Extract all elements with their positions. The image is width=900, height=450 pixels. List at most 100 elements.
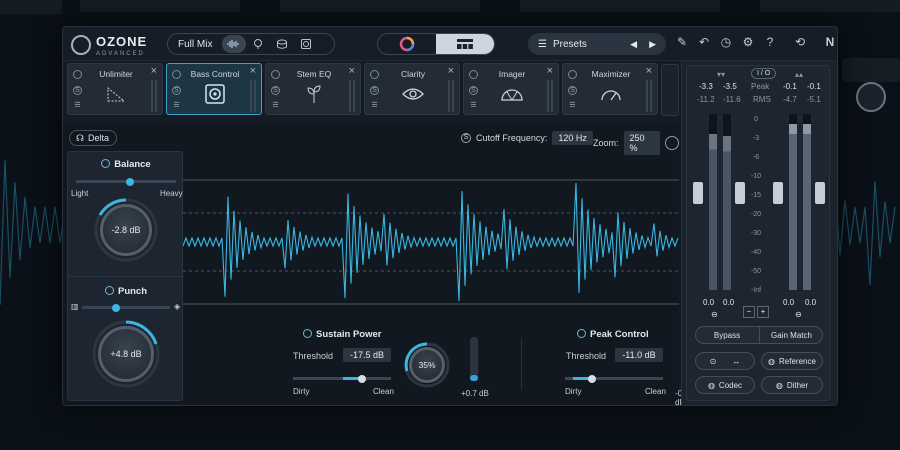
punch-slider[interactable]	[82, 306, 170, 309]
power-icon[interactable]	[577, 329, 586, 338]
close-icon[interactable]: ×	[448, 65, 454, 77]
input-link-icon[interactable]: ⊖	[711, 310, 718, 319]
sustain-slider-handle[interactable]	[358, 374, 366, 383]
power-icon[interactable]	[104, 286, 114, 295]
history-icon[interactable]: ◷	[719, 35, 733, 49]
balance-knob[interactable]: -2.8 dB	[100, 204, 152, 256]
power-icon[interactable]	[568, 70, 577, 79]
output-meter-left	[789, 114, 797, 290]
menu-icon[interactable]: ☰	[271, 102, 280, 111]
output-gain-handle-left[interactable]	[773, 182, 783, 204]
solo-icon[interactable]: S	[271, 86, 280, 95]
module-meter	[646, 80, 652, 112]
input-gain-handle-right[interactable]	[735, 182, 745, 204]
bypass-button[interactable]: Bypass	[695, 326, 759, 344]
io-link-button[interactable]: I / O	[751, 68, 777, 79]
full-mix-label[interactable]: Full Mix	[168, 39, 222, 50]
module-maximizer[interactable]: Maximizer × S ☰	[562, 63, 658, 115]
menu-icon[interactable]: ☰	[73, 102, 82, 111]
close-icon[interactable]: ×	[151, 65, 157, 77]
waveform-mode-icon[interactable]	[222, 35, 247, 53]
punch-title-text: Punch	[117, 286, 148, 297]
presets-list-icon: ☰	[538, 38, 547, 50]
solo-icon[interactable]: S	[461, 133, 471, 143]
input-gain-handle-left[interactable]	[693, 182, 703, 204]
power-icon[interactable]	[370, 70, 379, 79]
link-icon[interactable]: ⟲	[793, 35, 807, 49]
solo-icon[interactable]: S	[370, 86, 379, 95]
unlimiter-icon	[104, 82, 128, 106]
codec-label: Codec	[718, 380, 743, 390]
sustain-threshold-field[interactable]: -17.5 dB	[343, 348, 391, 362]
drums-mode-icon[interactable]	[270, 35, 294, 53]
rms-label: RMS	[753, 95, 771, 104]
plus-button[interactable]: +	[757, 306, 769, 318]
bass-mode-icon[interactable]	[294, 35, 318, 53]
power-icon[interactable]	[271, 70, 280, 79]
solo-icon[interactable]: S	[172, 86, 181, 95]
vocal-mode-icon[interactable]	[246, 35, 270, 53]
undo-icon[interactable]: ↶	[697, 35, 711, 49]
module-imager[interactable]: Imager × S ☰	[463, 63, 559, 115]
codec-button[interactable]: ◍ Codec	[695, 376, 755, 394]
menu-icon[interactable]: ☰	[568, 102, 577, 111]
peak-slider-handle[interactable]	[588, 374, 596, 383]
solo-icon[interactable]: S	[568, 86, 577, 95]
solo-icon[interactable]: S	[73, 86, 82, 95]
zoom-value-field[interactable]: 250 %	[623, 131, 661, 155]
close-icon[interactable]: ×	[646, 65, 652, 77]
reference-button[interactable]: ◍ Reference	[761, 352, 823, 370]
menu-icon[interactable]: ☰	[370, 102, 379, 111]
pencil-icon[interactable]: ✎	[675, 35, 689, 49]
input-chevron-icon[interactable]: ▾▾	[717, 70, 725, 79]
power-icon[interactable]	[101, 159, 111, 168]
dither-button[interactable]: ◍ Dither	[761, 376, 823, 394]
module-stem-eq[interactable]: Stem EQ × S ☰	[265, 63, 361, 115]
close-icon[interactable]: ×	[547, 65, 553, 77]
modules-view-button[interactable]	[436, 34, 494, 54]
output-link-icon[interactable]: ⊖	[795, 310, 802, 319]
punch-knob[interactable]: +4.8 dB	[98, 326, 154, 382]
output-gain-handle-right[interactable]	[815, 182, 825, 204]
preset-next-icon[interactable]: ▶	[649, 39, 656, 50]
zoom-knob[interactable]	[665, 136, 679, 150]
preset-prev-icon[interactable]: ◀	[630, 39, 637, 50]
gain-match-button[interactable]: Gain Match	[759, 326, 823, 344]
cutoff-value-field[interactable]: 120 Hz	[552, 131, 593, 145]
input-gain-left: 0.0	[703, 298, 715, 307]
punch-slider-handle[interactable]	[112, 303, 120, 312]
peak-threshold-field[interactable]: -11.0 dB	[615, 348, 663, 362]
help-icon[interactable]: ?	[763, 35, 777, 49]
input-meter-right	[723, 114, 731, 290]
menu-icon[interactable]: ☰	[469, 102, 478, 111]
sustain-left-label: Dirty	[293, 387, 310, 396]
sustain-gain-fader[interactable]	[470, 337, 478, 381]
power-icon[interactable]	[303, 329, 312, 338]
sustain-percent-knob[interactable]: 35%	[409, 347, 445, 383]
minus-button[interactable]: −	[743, 306, 755, 318]
power-icon[interactable]	[172, 70, 181, 79]
close-icon[interactable]: ×	[250, 65, 256, 77]
module-bass-control[interactable]: Bass Control × S ☰	[166, 63, 262, 115]
swap-channels-icon[interactable]: ↔	[732, 357, 740, 366]
spectrum-view-button[interactable]	[378, 34, 436, 54]
output-chevron-icon[interactable]: ▴▴	[795, 70, 803, 79]
close-icon[interactable]: ×	[349, 65, 355, 77]
ozone-plugin-window: OZONE ADVANCED Full Mix ☰ Presets ◀ ▶ ✎ …	[62, 26, 838, 406]
power-icon[interactable]	[73, 70, 82, 79]
delta-button[interactable]: ☊ Delta	[69, 130, 117, 146]
gear-icon[interactable]: ⚙	[741, 35, 755, 49]
ni-logo-icon[interactable]: N	[823, 35, 837, 49]
input-meter-left	[709, 114, 717, 290]
output-gain-right: 0.0	[805, 298, 817, 307]
sustain-slider[interactable]	[293, 377, 391, 380]
mono-icon[interactable]: ⊙	[710, 357, 717, 366]
balance-slider-handle[interactable]	[126, 177, 134, 186]
presets-selector[interactable]: ☰ Presets ◀ ▶	[528, 33, 666, 55]
menu-icon[interactable]: ☰	[172, 102, 181, 111]
module-unlimiter[interactable]: Unlimiter × S ☰	[67, 63, 163, 115]
module-clarity[interactable]: Clarity × S ☰	[364, 63, 460, 115]
add-module-slot[interactable]	[661, 64, 679, 116]
solo-icon[interactable]: S	[469, 86, 478, 95]
power-icon[interactable]	[469, 70, 478, 79]
